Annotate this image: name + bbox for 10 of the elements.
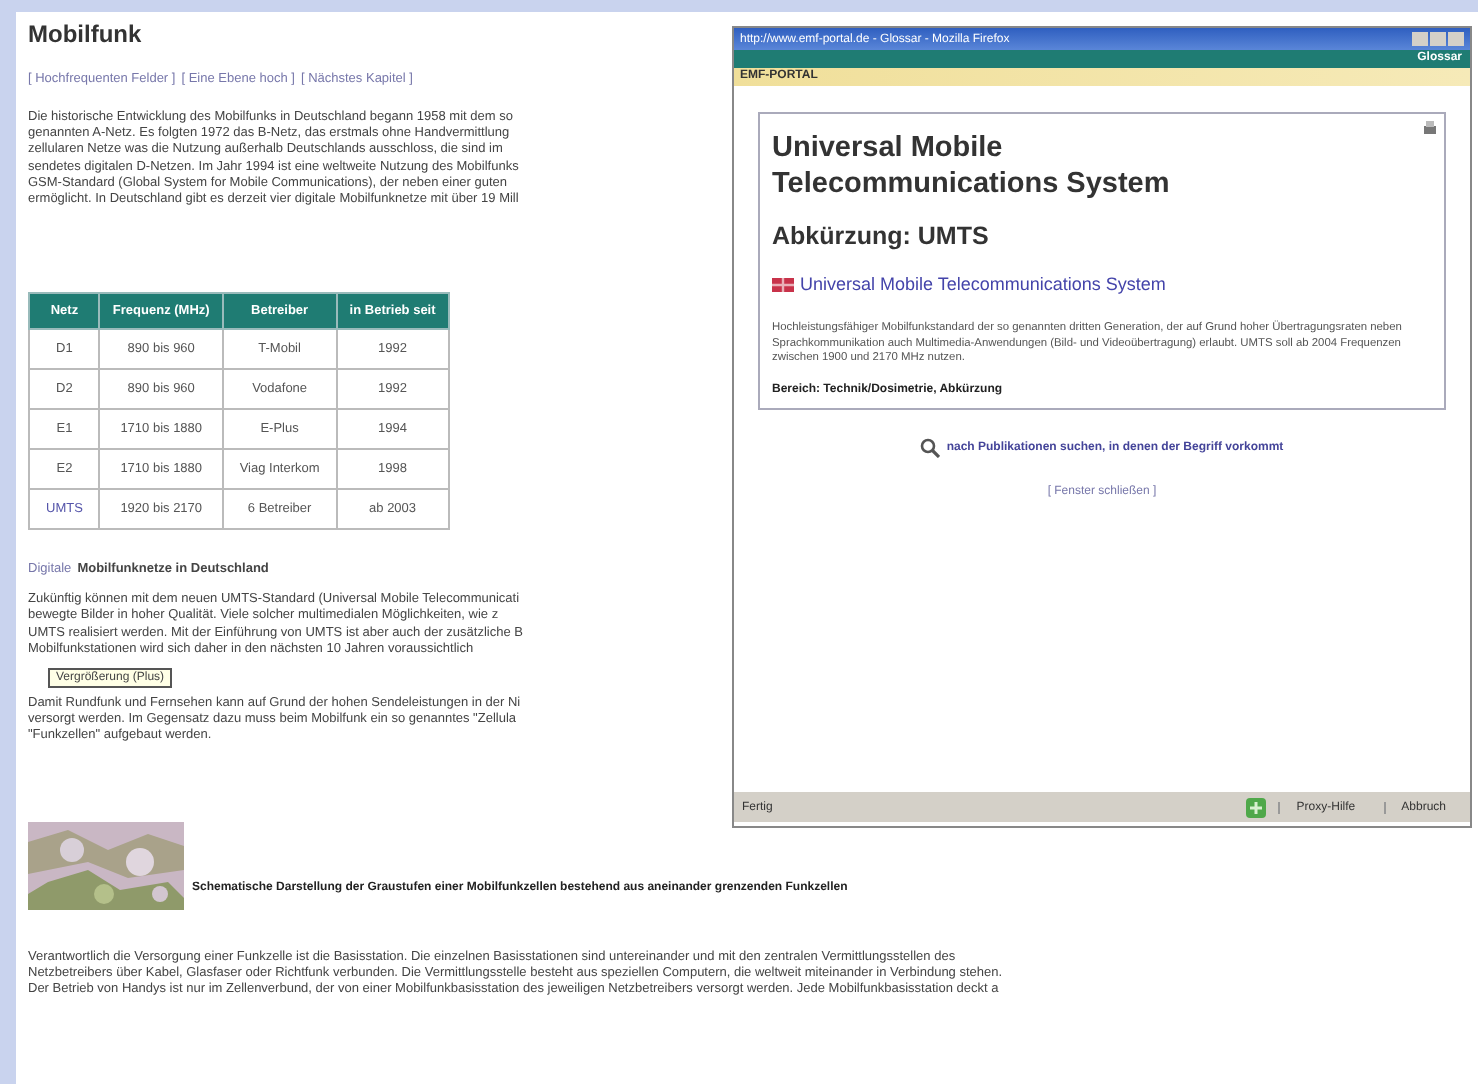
close-button[interactable] [1448,32,1464,46]
minimize-button[interactable] [1412,32,1428,46]
maximize-button[interactable] [1430,32,1446,46]
english-term-link[interactable]: Universal Mobile Telecommunications System [800,274,1166,294]
flag-icon [772,277,794,291]
term-heading: Universal Mobile Telecommunications System [772,130,1172,202]
page-title: Mobilfunk [28,20,142,48]
search-icon [920,437,941,457]
print-icon[interactable] [1422,120,1438,136]
abbreviation: Abkürzung: UMTS [772,222,991,250]
